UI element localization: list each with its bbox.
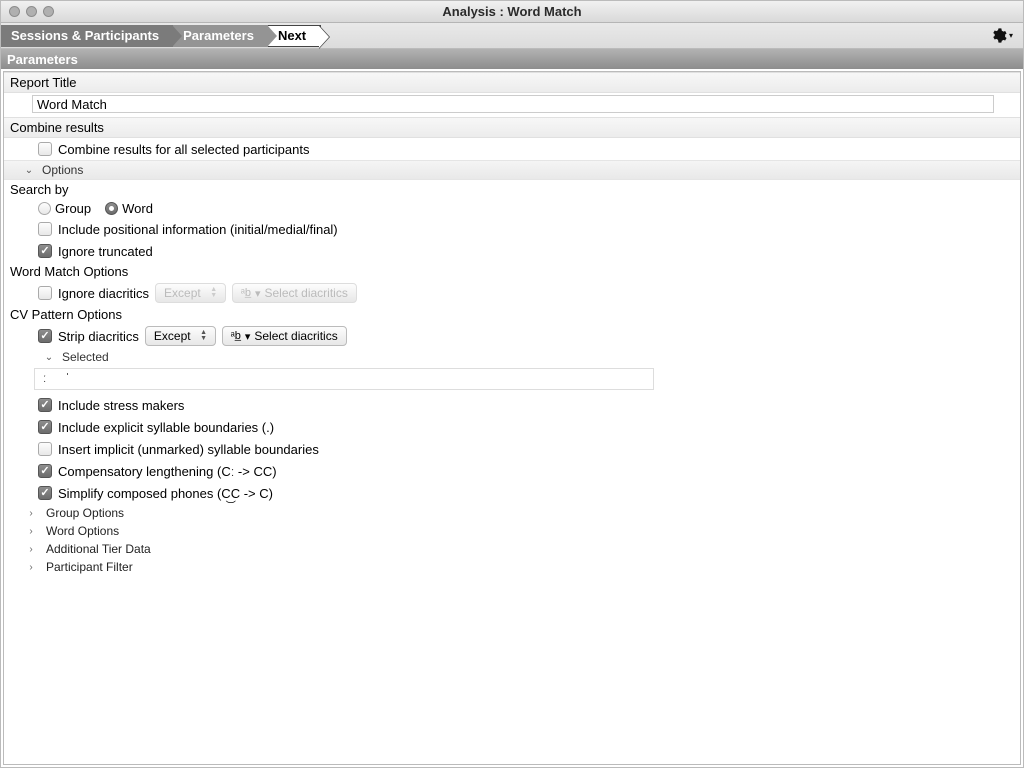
combine-results-label: Combine results — [4, 117, 1020, 138]
wizard-bar: Sessions & Participants Parameters Next … — [1, 23, 1023, 49]
group-options-item[interactable]: › Group Options — [4, 504, 1020, 522]
window-title: Analysis : Word Match — [1, 4, 1023, 19]
comp-lengthening-label: Compensatory lengthening (Cː -> CC) — [58, 464, 277, 479]
comp-lengthening-checkbox[interactable] — [38, 464, 52, 478]
gear-icon — [990, 27, 1007, 44]
ignore-truncated-label: Ignore truncated — [58, 244, 153, 259]
include-stress-checkbox[interactable] — [38, 398, 52, 412]
chevron-right-icon: › — [26, 544, 36, 555]
combine-results-checkbox[interactable] — [38, 142, 52, 156]
include-stress-label: Include stress makers — [58, 398, 184, 413]
search-by-group-label: Group — [55, 201, 91, 216]
titlebar: Analysis : Word Match — [1, 1, 1023, 23]
simplify-composed-checkbox[interactable] — [38, 486, 52, 500]
selected-diacritics-box[interactable]: ː ˈ — [34, 368, 654, 390]
wm-except-select: Except ▲▼ — [155, 283, 226, 303]
participant-filter-label: Participant Filter — [46, 560, 133, 574]
search-by-radios: Group Word — [4, 199, 1020, 218]
cv-select-diacritics-label: Select diacritics — [254, 329, 337, 343]
include-positional-label: Include positional information (initial/… — [58, 222, 338, 237]
gear-menu[interactable]: ▾ — [990, 27, 1013, 44]
word-options-label: Word Options — [46, 524, 119, 538]
include-positional-checkbox[interactable] — [38, 222, 52, 236]
chevron-down-icon: ⌄ — [24, 165, 34, 176]
include-explicit-syll-label: Include explicit syllable boundaries (.) — [58, 420, 274, 435]
include-explicit-syll-checkbox[interactable] — [38, 420, 52, 434]
chevron-down-icon: ▾ — [1009, 31, 1013, 40]
search-by-group-radio[interactable] — [38, 202, 51, 215]
report-title-label: Report Title — [4, 72, 1020, 93]
diacritics-icon: ᵃb̲ — [231, 330, 241, 342]
chevron-down-icon: ▾ — [255, 287, 261, 300]
search-by-label: Search by — [4, 180, 1020, 199]
simplify-composed-label: Simplify composed phones (C͜C -> C) — [58, 486, 273, 501]
panel-header: Parameters — [1, 49, 1023, 69]
chevron-down-icon: ⌄ — [44, 352, 54, 363]
wm-select-diacritics-label: Select diacritics — [264, 286, 347, 300]
diacritics-icon: ᵃb̲ — [241, 287, 251, 299]
word-options-item[interactable]: › Word Options — [4, 522, 1020, 540]
report-title-input[interactable] — [32, 95, 994, 113]
strip-diacritics-checkbox[interactable] — [38, 329, 52, 343]
insert-implicit-syll-checkbox[interactable] — [38, 442, 52, 456]
combine-results-text: Combine results for all selected partici… — [58, 142, 309, 157]
updown-icon: ▲▼ — [207, 287, 221, 299]
wm-except-value: Except — [164, 286, 201, 300]
strip-diacritics-label: Strip diacritics — [58, 329, 139, 344]
group-options-label: Group Options — [46, 506, 124, 520]
selected-disclosure-label: Selected — [62, 350, 109, 364]
participant-filter-item[interactable]: › Participant Filter — [4, 558, 1020, 576]
selected-disclosure[interactable]: ⌄ Selected — [4, 348, 1020, 366]
chevron-right-icon: › — [26, 526, 36, 537]
options-disclosure-label: Options — [42, 163, 83, 177]
search-by-word-label: Word — [122, 201, 153, 216]
report-title-field-wrap — [32, 95, 1014, 113]
cv-pattern-options-label: CV Pattern Options — [4, 305, 1020, 324]
crumb-sessions[interactable]: Sessions & Participants — [1, 25, 173, 47]
cv-except-value: Except — [154, 329, 191, 343]
ignore-truncated-checkbox[interactable] — [38, 244, 52, 258]
updown-icon: ▲▼ — [197, 330, 211, 342]
chevron-down-icon: ▾ — [245, 330, 251, 343]
additional-tier-label: Additional Tier Data — [46, 542, 151, 556]
word-match-options-label: Word Match Options — [4, 262, 1020, 281]
ignore-diacritics-label: Ignore diacritics — [58, 286, 149, 301]
additional-tier-item[interactable]: › Additional Tier Data — [4, 540, 1020, 558]
search-by-word-radio[interactable] — [105, 202, 118, 215]
cv-select-diacritics-button[interactable]: ᵃb̲ ▾ Select diacritics — [222, 326, 347, 346]
chevron-right-icon: › — [26, 508, 36, 519]
crumb-parameters[interactable]: Parameters — [173, 25, 268, 47]
insert-implicit-syll-label: Insert implicit (unmarked) syllable boun… — [58, 442, 319, 457]
app-window: Analysis : Word Match Sessions & Partici… — [0, 0, 1024, 768]
parameters-content: Report Title Combine results Combine res… — [3, 71, 1021, 765]
ignore-diacritics-checkbox[interactable] — [38, 286, 52, 300]
cv-except-select[interactable]: Except ▲▼ — [145, 326, 216, 346]
wm-select-diacritics-button: ᵃb̲ ▾ Select diacritics — [232, 283, 357, 303]
options-disclosure[interactable]: ⌄ Options — [4, 160, 1020, 180]
chevron-right-icon: › — [26, 562, 36, 573]
